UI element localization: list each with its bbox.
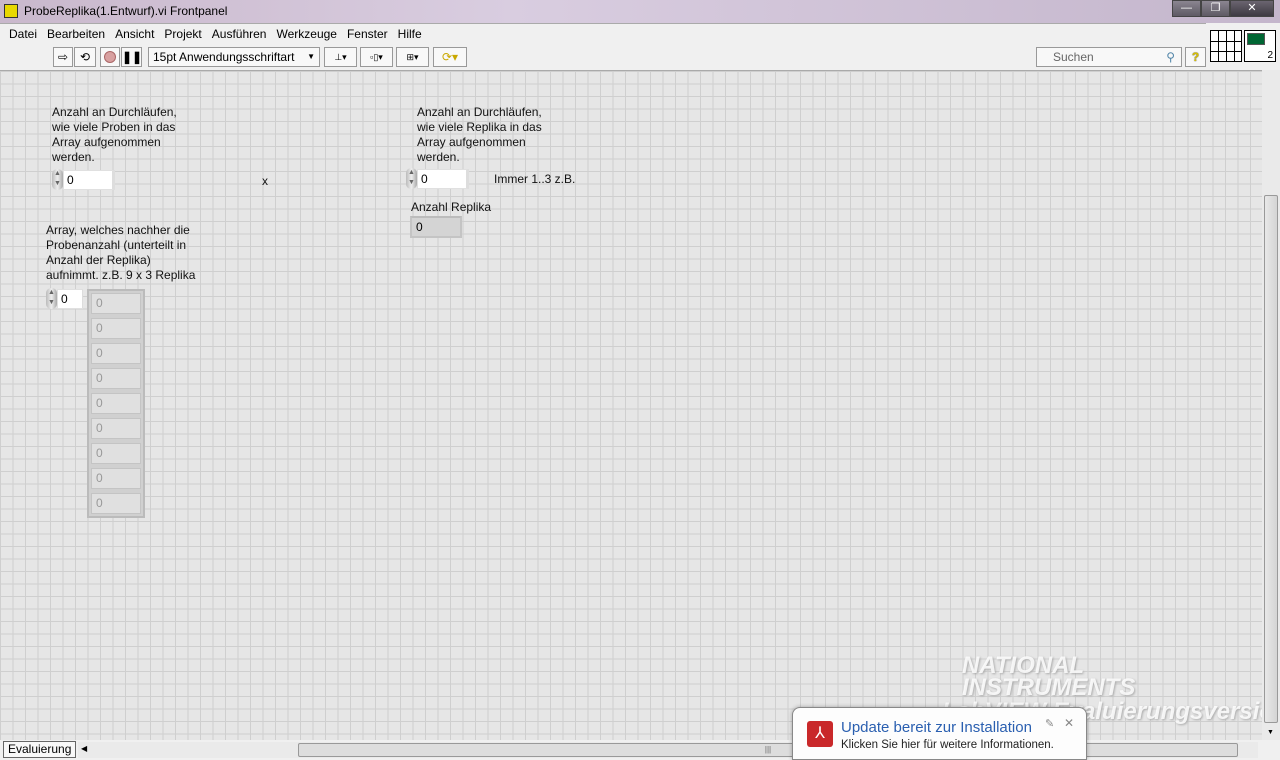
- connector-pane-icon[interactable]: [1210, 30, 1242, 62]
- window-title: ProbeReplika(1.Entwurf).vi Frontpanel: [24, 4, 228, 18]
- array-element: 0: [91, 343, 141, 364]
- menu-ansicht[interactable]: Ansicht: [110, 24, 159, 44]
- array-element: 0: [91, 468, 141, 489]
- array-element: 0: [91, 318, 141, 339]
- array-element: 0: [91, 443, 141, 464]
- waveform-icon: [1247, 33, 1265, 45]
- align-objects-icon[interactable]: ⊥▾: [324, 47, 357, 67]
- abort-icon[interactable]: [100, 47, 120, 67]
- menu-werkzeuge[interactable]: Werkzeuge: [271, 24, 341, 44]
- scroll-left-icon[interactable]: ◀: [81, 744, 87, 753]
- reorder-icon[interactable]: ⟳▾: [433, 47, 467, 67]
- increment-decrement-icon[interactable]: ▲ ▼: [46, 288, 57, 309]
- status-bar: Evaluierung ◀ |||: [0, 740, 1280, 760]
- scroll-down-icon[interactable]: ▼: [1267, 729, 1274, 736]
- replika-count-label: Anzahl an Durchläufen, wie viele Replika…: [417, 105, 542, 164]
- vi-icon: [4, 4, 18, 18]
- notification-close-button[interactable]: ✕: [1064, 716, 1074, 730]
- front-panel-canvas[interactable]: Anzahl an Durchläufen, wie viele Proben …: [0, 70, 1262, 740]
- vertical-scrollbar[interactable]: ▼: [1262, 70, 1280, 740]
- evaluation-button[interactable]: Evaluierung: [3, 741, 77, 758]
- restore-button[interactable]: ❐: [1201, 0, 1230, 17]
- samples-count-input[interactable]: 0: [63, 169, 115, 190]
- resize-objects-icon[interactable]: ⊞▾: [396, 47, 429, 67]
- watermark-line2: INSTRUMENTS: [962, 674, 1136, 701]
- update-notification[interactable]: ⅄ Update bereit zur Installation Klicken…: [792, 707, 1087, 760]
- increment-decrement-icon[interactable]: ▲ ▼: [406, 168, 417, 189]
- menu-bar: Datei Bearbeiten Ansicht Projekt Ausführ…: [0, 23, 1206, 44]
- array-element: 0: [91, 493, 141, 514]
- search-input[interactable]: Suchen ⚲: [1036, 47, 1182, 67]
- replika-indicator-label: Anzahl Replika: [411, 200, 492, 214]
- vertical-scroll-thumb[interactable]: [1264, 195, 1278, 723]
- increment-decrement-icon[interactable]: ▲ ▼: [52, 169, 63, 190]
- icon-number: 2: [1267, 50, 1273, 61]
- menu-bearbeiten[interactable]: Bearbeiten: [42, 24, 110, 44]
- help-button[interactable]: ?: [1185, 47, 1206, 67]
- run-continuously-icon[interactable]: ⟲: [74, 47, 96, 67]
- array-index-input[interactable]: 0: [57, 288, 83, 309]
- toolbar: ⇨ ⟲ ❚❚ 15pt Anwendungsschriftart ▼ ⊥▾ ▫▯▾…: [0, 44, 1206, 70]
- search-placeholder: Suchen: [1053, 50, 1094, 64]
- chevron-down-icon: ▼: [307, 52, 315, 61]
- pause-icon[interactable]: ❚❚: [121, 47, 142, 67]
- title-bar: ProbeReplika(1.Entwurf).vi Frontpanel — …: [0, 0, 1280, 23]
- array-element: 0: [91, 393, 141, 414]
- replika-note: Immer 1..3 z.B.: [494, 172, 576, 186]
- font-select-value: 15pt Anwendungsschriftart: [153, 50, 295, 64]
- array-element: 0: [91, 368, 141, 389]
- samples-count-label: Anzahl an Durchläufen, wie viele Proben …: [52, 105, 177, 164]
- replika-indicator: 0: [410, 216, 462, 238]
- menu-hilfe[interactable]: Hilfe: [393, 24, 427, 44]
- menu-ausfuehren[interactable]: Ausführen: [207, 24, 272, 44]
- array-label: Array, welches nachher die Probenanzahl …: [46, 223, 196, 282]
- horizontal-scroll-thumb[interactable]: |||: [298, 743, 1238, 757]
- array-element: 0: [91, 293, 141, 314]
- menu-fenster[interactable]: Fenster: [342, 24, 393, 44]
- menu-datei[interactable]: Datei: [4, 24, 42, 44]
- distribute-objects-icon[interactable]: ▫▯▾: [360, 47, 393, 67]
- notification-title: Update bereit zur Installation: [841, 719, 1032, 736]
- array-element: 0: [91, 418, 141, 439]
- settings-icon[interactable]: ✎: [1045, 717, 1054, 730]
- menu-projekt[interactable]: Projekt: [159, 24, 206, 44]
- replika-count-input[interactable]: 0: [417, 168, 469, 189]
- vi-icon-editor[interactable]: 2: [1244, 30, 1276, 62]
- connector-pane-area: 2: [1206, 23, 1280, 70]
- minimize-button[interactable]: —: [1172, 0, 1201, 17]
- adobe-reader-icon: ⅄: [807, 721, 833, 747]
- close-button[interactable]: ✕: [1230, 0, 1274, 17]
- font-select[interactable]: 15pt Anwendungsschriftart ▼: [148, 47, 320, 67]
- run-arrow-icon[interactable]: ⇨: [53, 47, 73, 67]
- x-label: x: [262, 174, 268, 188]
- array-index-control: ▲ ▼ 0: [46, 288, 83, 309]
- replika-count-control: ▲ ▼ 0: [406, 168, 469, 189]
- samples-count-control: ▲ ▼ 0: [52, 169, 115, 190]
- array-indicator: 0 0 0 0 0 0 0 0 0: [87, 289, 145, 518]
- notification-text: Klicken Sie hier für weitere Information…: [841, 739, 1054, 751]
- search-icon: ⚲: [1166, 50, 1175, 64]
